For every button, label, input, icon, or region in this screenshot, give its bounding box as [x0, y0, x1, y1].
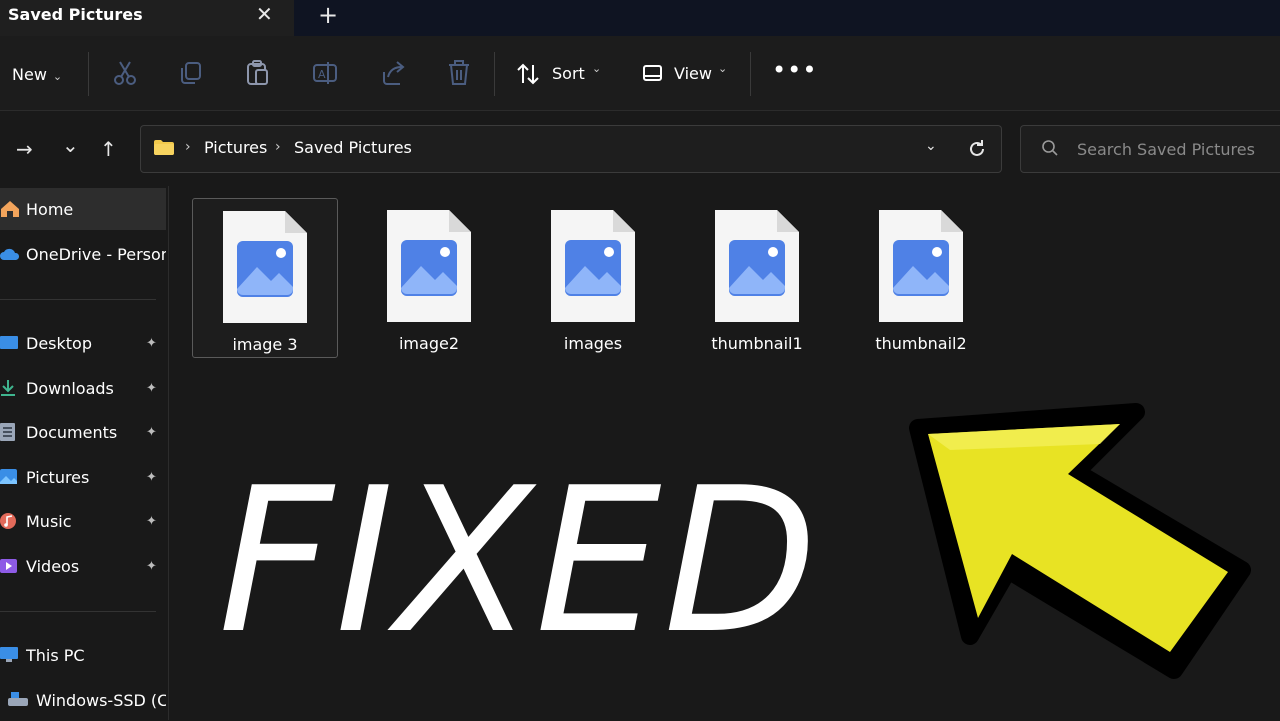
view-label: View [674, 64, 712, 83]
sidebar-item-videos[interactable]: Videos ✦ [0, 545, 166, 587]
breadcrumb-pictures[interactable]: Pictures [204, 138, 267, 157]
videos-icon [0, 559, 17, 573]
sidebar-item-label: Pictures [26, 468, 90, 487]
file-item[interactable]: image 3 [192, 198, 338, 358]
sidebar-item-label: Windows-SSD (C: [36, 691, 166, 710]
sidebar-item-documents[interactable]: Documents ✦ [0, 411, 166, 453]
address-dropdown-chevron-icon[interactable]: ⌄ [925, 138, 937, 154]
recent-locations-chevron-icon[interactable]: ⌄ [62, 133, 79, 157]
file-name: image 3 [232, 335, 298, 354]
file-name: thumbnail2 [875, 334, 967, 353]
sidebar-divider [0, 299, 156, 300]
toolbar-divider [494, 52, 495, 96]
pointer-arrow-icon [909, 403, 1251, 679]
image-file-icon [223, 211, 307, 323]
file-item[interactable]: image2 [357, 198, 501, 356]
address-bar[interactable]: › Pictures › Saved Pictures ⌄ [140, 125, 1002, 173]
tab-title: Saved Pictures [8, 5, 143, 24]
file-item[interactable]: images [521, 198, 665, 356]
pc-icon [0, 647, 18, 662]
tab-saved-pictures[interactable]: Saved Pictures ✕ [0, 0, 293, 36]
sidebar-item-downloads[interactable]: Downloads ✦ [0, 367, 166, 409]
command-bar: New ⌄ A Sort ⌄ View ⌄ ••• [0, 36, 1280, 110]
music-icon [0, 513, 16, 529]
file-name: thumbnail1 [711, 334, 803, 353]
sidebar-item-pictures[interactable]: Pictures ✦ [0, 456, 166, 498]
desktop-icon [0, 336, 18, 349]
new-tab-icon[interactable]: + [318, 1, 338, 29]
new-label: New [12, 65, 47, 84]
up-arrow-icon[interactable]: ↑ [100, 137, 117, 161]
sidebar-item-label: OneDrive - Persona [26, 245, 166, 264]
pin-icon: ✦ [146, 336, 157, 351]
chevron-down-icon: ⌄ [718, 62, 728, 75]
search-box[interactable] [1020, 125, 1280, 173]
sidebar-item-label: Home [26, 200, 74, 219]
pin-icon: ✦ [146, 559, 157, 574]
sidebar-item-music[interactable]: Music ✦ [0, 500, 166, 542]
navigation-bar: → ⌄ ↑ › Pictures › Saved Pictures ⌄ [0, 111, 1280, 185]
more-options-icon[interactable]: ••• [772, 56, 817, 84]
fixed-overlay-text: FIXED [218, 445, 820, 678]
download-icon [1, 380, 15, 396]
image-file-icon [551, 210, 635, 322]
cloud-icon [0, 248, 20, 260]
chevron-down-icon: ⌄ [592, 62, 602, 75]
pictures-icon [0, 469, 17, 484]
refresh-icon[interactable] [967, 138, 987, 160]
sort-icon [517, 63, 539, 85]
folder-icon [154, 140, 174, 155]
sidebar-item-label: Downloads [26, 379, 114, 398]
pin-icon: ✦ [146, 381, 157, 396]
sort-label: Sort [552, 64, 585, 83]
cut-icon[interactable] [110, 58, 140, 88]
new-button[interactable]: New ⌄ [12, 65, 62, 84]
delete-icon[interactable] [444, 58, 474, 88]
breadcrumb-chevron-icon: › [275, 139, 281, 155]
share-icon[interactable] [378, 58, 408, 88]
paste-icon[interactable] [243, 58, 273, 88]
svg-text:A: A [318, 68, 326, 81]
sidebar-item-home[interactable]: Home [0, 188, 166, 230]
documents-icon [0, 423, 15, 441]
sidebar-item-label: Desktop [26, 334, 92, 353]
image-file-icon [715, 210, 799, 322]
breadcrumb-saved-pictures[interactable]: Saved Pictures [294, 138, 412, 157]
drive-icon [8, 692, 28, 706]
file-name: images [563, 334, 623, 353]
file-item[interactable]: thumbnail2 [849, 198, 993, 356]
navigation-pane: Home OneDrive - Persona Desktop ✦ Downlo… [0, 186, 169, 720]
home-icon [1, 201, 19, 217]
sidebar-item-label: Videos [26, 557, 80, 576]
forward-arrow-icon[interactable]: → [16, 137, 33, 161]
file-name: image2 [398, 334, 459, 353]
toolbar-divider [750, 52, 751, 96]
pin-icon: ✦ [146, 514, 157, 529]
search-icon [1042, 140, 1058, 156]
image-file-icon [879, 210, 963, 322]
rename-icon[interactable]: A [310, 58, 340, 88]
sidebar-item-onedrive[interactable]: OneDrive - Persona [0, 233, 166, 275]
sidebar-item-label: This PC [26, 646, 85, 665]
view-icon [643, 65, 662, 81]
sidebar-item-desktop[interactable]: Desktop ✦ [0, 322, 166, 364]
title-bar-strip [294, 0, 1280, 36]
pin-icon: ✦ [146, 470, 157, 485]
search-input[interactable] [1075, 136, 1279, 162]
breadcrumb-chevron-icon: › [185, 139, 191, 155]
file-item[interactable]: thumbnail1 [685, 198, 829, 356]
sidebar-divider [0, 611, 156, 612]
copy-icon[interactable] [176, 58, 206, 88]
pin-icon: ✦ [146, 425, 157, 440]
toolbar-divider [88, 52, 89, 96]
sidebar-item-label: Music [26, 512, 72, 531]
sidebar-item-label: Documents [26, 423, 118, 442]
chevron-down-icon: ⌄ [52, 70, 63, 83]
close-tab-icon[interactable]: ✕ [256, 2, 273, 26]
sidebar-item-this-pc[interactable]: This PC [0, 634, 166, 676]
sidebar-item-windows-ssd[interactable]: Windows-SSD (C: [0, 679, 166, 721]
title-bar: Saved Pictures ✕ + [0, 0, 1280, 36]
image-file-icon [387, 210, 471, 322]
